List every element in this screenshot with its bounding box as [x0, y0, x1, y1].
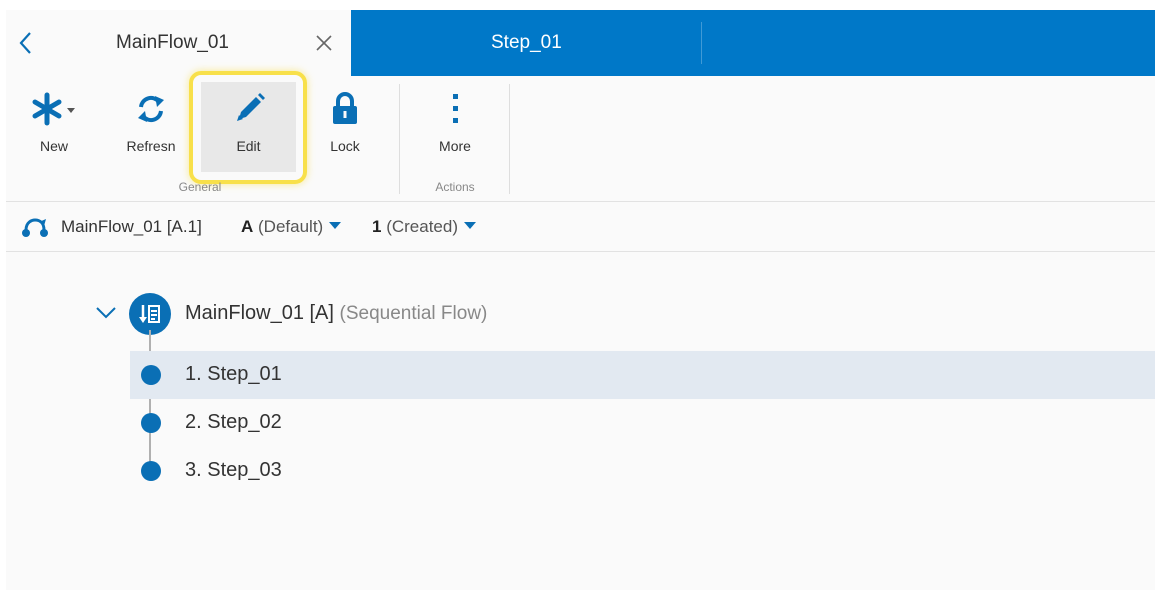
app-window: MainFlow_01 Step_01 New Refresn Edit Loc… [6, 10, 1155, 590]
step-dot [141, 365, 161, 385]
tab-title: MainFlow_01 [116, 32, 229, 53]
lock-button[interactable]: Lock [306, 82, 384, 172]
edit-label: Edit [236, 138, 261, 154]
new-button[interactable]: New [14, 82, 94, 172]
flow-root-name: MainFlow_01 [A] [185, 302, 334, 324]
step-label: 2. Step_02 [185, 411, 282, 433]
more-button[interactable]: More [416, 82, 494, 172]
chevron-down-icon[interactable] [94, 304, 118, 322]
refresh-icon [111, 90, 191, 128]
item-name: MainFlow_01 [A.1] [61, 217, 202, 236]
group-divider [399, 84, 400, 194]
tab-divider [701, 22, 702, 64]
asterisk-icon [14, 90, 94, 128]
revision-dropdown[interactable]: A (Default) [241, 217, 342, 237]
tab-step-01-label: Step_01 [491, 32, 562, 53]
step-row[interactable]: 1. Step_01 [130, 351, 1155, 399]
tab-step-01[interactable]: Step_01 [351, 10, 701, 76]
revision-code: A [241, 217, 254, 236]
chevron-down-icon [329, 222, 342, 229]
context-bar: MainFlow_01 [A.1] A (Default) 1 (Created… [6, 202, 1155, 252]
group-actions-label: Actions [435, 180, 475, 194]
refresh-button[interactable]: Refresn [111, 82, 191, 172]
sequential-flow-icon[interactable] [129, 293, 171, 335]
more-label: More [439, 138, 471, 154]
flow-root-label[interactable]: MainFlow_01 [A] (Sequential Flow) [185, 302, 487, 325]
step-dot [141, 461, 161, 481]
more-vertical-icon [416, 90, 494, 128]
pencil-icon [201, 90, 296, 128]
group-general-label: General [178, 180, 222, 194]
tab-mainflow[interactable]: MainFlow_01 [6, 10, 351, 76]
chevron-down-icon [464, 222, 477, 229]
step-label: 3. Step_03 [185, 459, 282, 481]
close-icon[interactable] [312, 31, 336, 55]
step-row[interactable]: 2. Step_02 [130, 399, 1155, 447]
tab-bar: MainFlow_01 Step_01 [6, 10, 1155, 76]
step-label: 1. Step_01 [185, 363, 282, 385]
chevron-left-icon[interactable] [14, 30, 38, 56]
group-divider [509, 84, 510, 194]
revision-name: (Default) [258, 217, 324, 236]
flow-root-type: (Sequential Flow) [339, 303, 488, 324]
version-number: 1 [372, 217, 382, 236]
version-dropdown[interactable]: 1 (Created) [372, 217, 477, 237]
refresh-label: Refresn [126, 138, 176, 154]
lock-label: Lock [330, 138, 360, 154]
lock-icon [306, 90, 384, 128]
edit-button[interactable]: Edit [201, 82, 296, 172]
step-dot [141, 413, 161, 433]
flow-icon [22, 216, 48, 238]
step-row[interactable]: 3. Step_03 [130, 447, 1155, 495]
version-state: (Created) [386, 217, 459, 236]
ribbon-toolbar: New Refresn Edit Lock More General Actio… [6, 71, 1155, 202]
new-label: New [39, 138, 68, 154]
